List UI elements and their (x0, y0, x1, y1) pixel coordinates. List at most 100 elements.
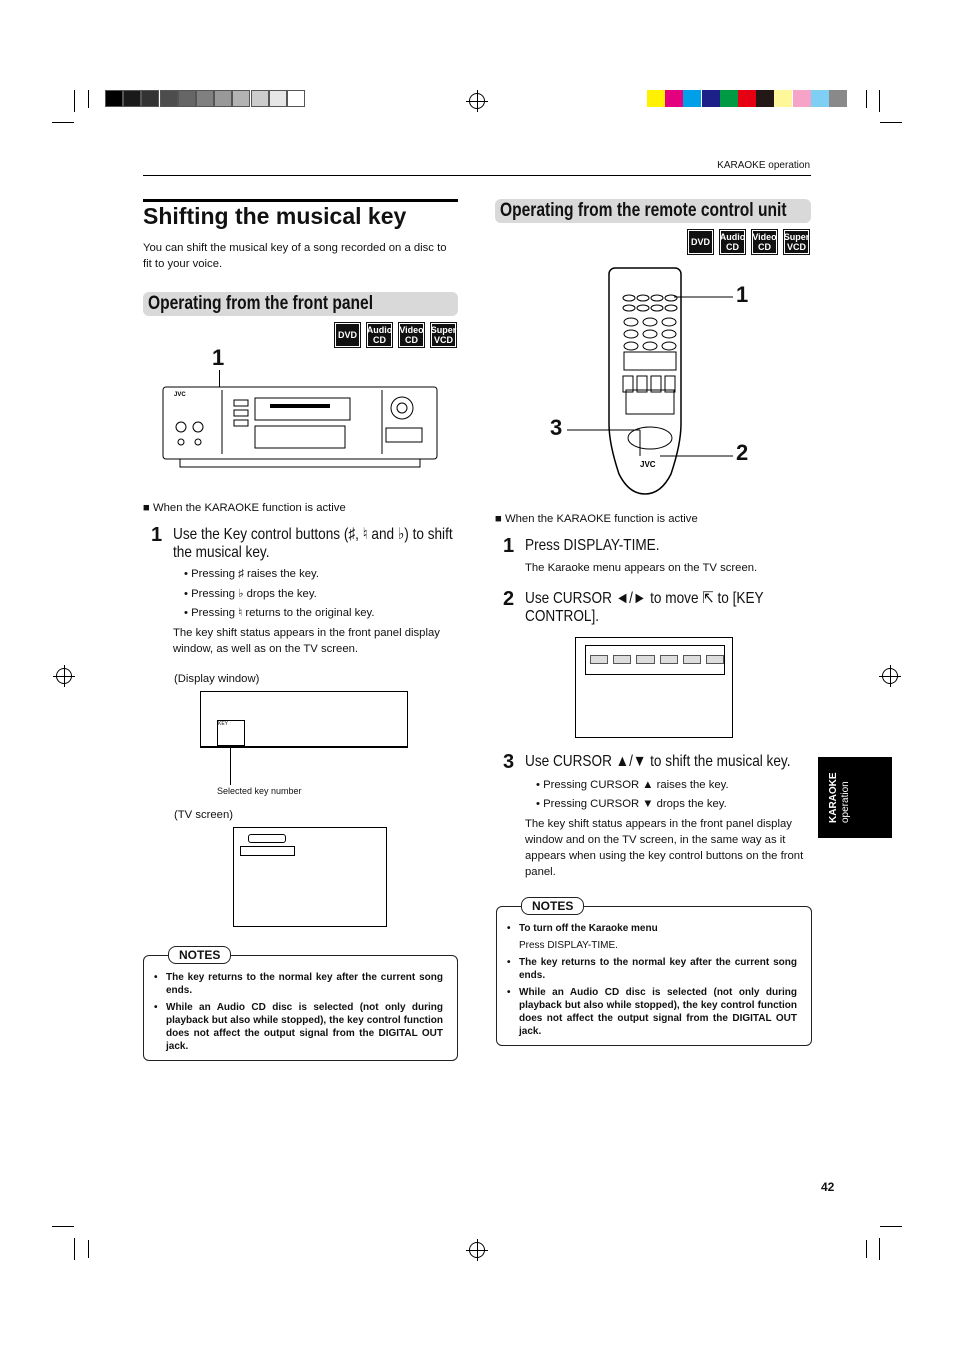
menu-tab (248, 834, 286, 843)
karaoke-menu-illustration (575, 637, 733, 738)
step-1-description: The Karaoke menu appears on the TV scree… (525, 562, 758, 574)
note-item: While an Audio CD disc is selected (not … (505, 986, 797, 1038)
side-tab-title: KARAOKE (828, 772, 839, 823)
selected-key-label: Selected key number (217, 786, 302, 796)
key-control-row (585, 645, 725, 675)
key-indicator: KEY (217, 720, 245, 746)
bullet-item: • Pressing ♭ drops the key. (184, 587, 317, 600)
svg-text:JVC: JVC (174, 392, 186, 398)
step-text: Press DISPLAY-TIME. (525, 537, 660, 554)
side-tab: KARAOKE operation (818, 757, 892, 838)
color-swatch (665, 90, 684, 107)
registration-mark-icon (466, 90, 488, 112)
key-step-icon (705, 655, 725, 664)
callout-number: 1 (736, 282, 749, 307)
bullet-item: • Pressing CURSOR ▼ drops the key. (536, 798, 727, 810)
color-swatch (719, 90, 738, 107)
note-item: To turn off the Karaoke menu Press DISPLA… (505, 922, 797, 952)
color-swatch (738, 90, 756, 107)
side-tab-subtitle: operation (840, 781, 851, 823)
crop-mark (74, 1238, 75, 1260)
badge-line: CD (726, 242, 739, 252)
badge-line: VCD (786, 242, 806, 252)
key-step-icon (613, 655, 632, 664)
note-title: To turn off the Karaoke menu (519, 923, 658, 934)
disc-badge-dvd: DVD (334, 322, 361, 348)
notes-label: NOTES (168, 946, 232, 964)
page-number: 42 (821, 1180, 835, 1194)
color-swatch (829, 90, 847, 107)
color-swatch (196, 90, 214, 107)
crop-mark (88, 1240, 89, 1258)
crop-mark (880, 1226, 902, 1227)
title-rule (143, 199, 458, 202)
crop-mark (52, 122, 74, 123)
registration-mark-icon (466, 1239, 488, 1261)
crop-mark (879, 90, 880, 112)
intro-text: You can shift the musical key of a song … (143, 242, 447, 270)
disc-badge-super-vcd: Super VCD (430, 322, 457, 348)
badge-line: Super (783, 232, 810, 242)
key-scale-bar (240, 846, 295, 856)
callout-number: 2 (736, 440, 749, 465)
crop-mark (52, 1226, 74, 1227)
step-number: 3 (503, 751, 515, 773)
step-3: 3 Use CURSOR ▲/▼ to shift the musical key… (503, 752, 865, 772)
badge-line: VCD (433, 335, 453, 345)
badge-line: Video (399, 325, 424, 335)
page-title: Shifting the musical key (143, 203, 407, 229)
bullet-item: • Pressing ♮ returns to the original key… (184, 607, 375, 619)
color-swatch (756, 90, 775, 107)
crop-mark (88, 90, 89, 108)
color-swatch (214, 90, 233, 107)
note-item: While an Audio CD disc is selected (not … (152, 1001, 443, 1053)
badge-line: DVD (690, 237, 710, 247)
badge-line: DVD (337, 330, 357, 340)
disc-badge-audio-cd: Audio CD (719, 229, 746, 255)
color-swatch (268, 90, 287, 107)
color-swatch (683, 90, 702, 107)
condition-text: ■ When the KARAOKE function is active (495, 513, 698, 525)
badge-line: Audio (719, 232, 746, 242)
badge-line: Audio (366, 325, 393, 335)
crop-mark (74, 90, 75, 112)
callout-number: 3 (550, 415, 563, 440)
note-body: Press DISPLAY-TIME. (519, 940, 618, 951)
key-shift-paragraph: The key shift status appears in the fron… (173, 627, 440, 655)
disc-badge-video-cd: Video CD (751, 229, 778, 255)
pointer-line (230, 745, 231, 785)
tv-screen-label: (TV screen) (174, 809, 234, 821)
registration-mark-icon (53, 665, 75, 687)
bullet-item: • Pressing CURSOR ▲ raises the key. (536, 779, 729, 791)
dvd-player-front-panel-illustration: JVC (162, 386, 438, 468)
notes-box: NOTES To turn off the Karaoke menu Press … (496, 897, 812, 1046)
notes-box: NOTES The key returns to the normal key … (143, 946, 458, 1061)
display-window-label: (Display window) (174, 673, 260, 685)
tv-screen-illustration (233, 827, 387, 927)
disc-badge-video-cd: Video CD (398, 322, 425, 348)
crop-mark (866, 90, 867, 108)
crop-mark (879, 1238, 880, 1260)
step-1: 1 Press DISPLAY-TIME. (503, 536, 865, 556)
step-2: 2 Use CURSOR ◄/► to move ⇱ to [KEY CONTRO… (503, 589, 845, 626)
registration-mark-icon (879, 665, 901, 687)
color-swatch (774, 90, 793, 107)
key-step-icon (682, 655, 701, 664)
color-swatch (105, 90, 123, 107)
condition-text: ■ When the KARAOKE function is active (143, 502, 346, 514)
badge-line: Video (752, 232, 777, 242)
color-swatch (810, 90, 829, 107)
color-swatch (232, 90, 251, 107)
callout-number: 1 (212, 345, 225, 370)
display-window-illustration: KEY (200, 691, 408, 748)
note-item: The key returns to the normal key after … (505, 956, 797, 982)
section-header-front-panel: Operating from the front panel (143, 292, 458, 316)
key-shift-paragraph: The key shift status appears in the fron… (525, 818, 804, 878)
step-text: Use CURSOR ◄/► to move ⇱ to [KEY CONTROL… (525, 590, 764, 625)
color-swatch (647, 90, 665, 107)
badge-line: Super (430, 325, 457, 335)
step-text: Use CURSOR ▲/▼ to shift the musical key. (525, 753, 791, 770)
disc-badge-audio-cd: Audio CD (366, 322, 393, 348)
color-swatch (701, 90, 720, 107)
badge-line: CD (405, 335, 418, 345)
